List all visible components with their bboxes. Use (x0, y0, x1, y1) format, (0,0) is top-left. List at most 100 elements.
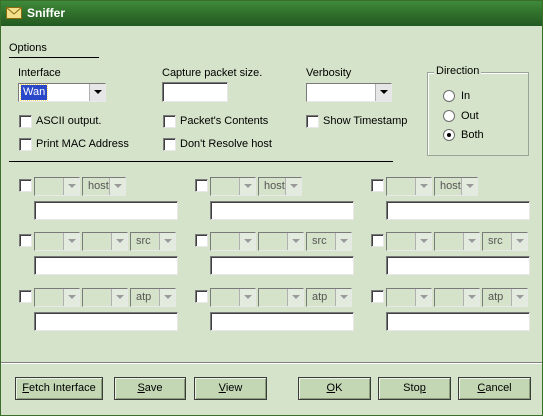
cancel-button[interactable]: Cancel (458, 377, 531, 400)
filter-r1-c2-field-select-dropdown-button[interactable] (285, 178, 301, 195)
filter-r3-c3-combo-a-value (390, 290, 394, 305)
filter-r2-c2-combo-a-dropdown-button[interactable] (239, 233, 255, 250)
packet-contents-checkbox[interactable] (163, 115, 176, 128)
filter-r3-c3-field-select[interactable]: atp (482, 288, 528, 307)
chevron-down-icon (340, 239, 348, 243)
view-button[interactable]: View (194, 377, 267, 400)
view-label: iew (225, 382, 243, 394)
fetch-interface-button[interactable]: Fetch Interface (15, 377, 103, 400)
dialog-body: Options Interface Wan Capture packet siz… (1, 26, 542, 411)
filter-r3-c1-combo-a-dropdown-button[interactable] (63, 289, 79, 306)
ascii-output-checkbox[interactable] (19, 115, 32, 128)
filter-r2-c1-combo-b[interactable] (82, 232, 128, 251)
filter-r1-c3-combo-a-dropdown-button[interactable] (415, 178, 431, 195)
filter-r2-c2-field-select[interactable]: src (306, 232, 352, 251)
filter-r2-c3-combo-b[interactable] (434, 232, 480, 251)
filter-r1-c2-checkbox[interactable] (195, 179, 208, 192)
filter-r3-c1-combo-b[interactable] (82, 288, 128, 307)
filter-r1-c2-combo-a-dropdown-button[interactable] (239, 178, 255, 195)
filter-r3-c2-combo-b-dropdown-button[interactable] (287, 289, 303, 306)
filter-r3-c3-field-select-dropdown-button[interactable] (511, 289, 527, 306)
filter-r3-c2-combo-a-dropdown-button[interactable] (239, 289, 255, 306)
stop-button[interactable]: Stop (378, 377, 451, 400)
filter-r2-c1-field-select-dropdown-button[interactable] (159, 233, 175, 250)
interface-dropdown-button[interactable] (89, 84, 105, 101)
filter-r2-c1-combo-a-value (38, 234, 42, 249)
chevron-down-icon (116, 295, 124, 299)
filter-r3-c2-field-select-value: atp (312, 291, 328, 303)
filter-r1-c1-field-select-dropdown-button[interactable] (109, 178, 125, 195)
direction-in-radio[interactable] (443, 90, 455, 102)
filter-r2-c2-checkbox[interactable] (195, 234, 208, 247)
filter-r2-c2-field-select-dropdown-button[interactable] (335, 233, 351, 250)
filter-r1-c1-value-input[interactable] (34, 201, 178, 220)
filter-r3-c2-field-select[interactable]: atp (306, 288, 352, 307)
filter-r2-c2-combo-a[interactable] (210, 232, 256, 251)
filter-r3-c1-combo-a[interactable] (34, 288, 80, 307)
filter-r3-c1-field-select[interactable]: atp (130, 288, 176, 307)
chevron-down-icon (420, 295, 428, 299)
direction-out-label: Out (461, 110, 479, 122)
filter-r2-c2-combo-b[interactable] (258, 232, 304, 251)
filter-r1-c1-checkbox[interactable] (19, 179, 32, 192)
filter-r1-c2-combo-a[interactable] (210, 177, 256, 196)
show-timestamp-checkbox[interactable] (306, 115, 319, 128)
filter-r1-c3-field-select-dropdown-button[interactable] (461, 178, 477, 195)
filter-r1-c3-field-select[interactable]: host (434, 177, 478, 196)
chevron-down-icon (516, 295, 524, 299)
filter-r3-c3-value-input[interactable] (386, 312, 530, 331)
filter-r3-c1-checkbox[interactable] (19, 290, 32, 303)
filter-r3-c3-combo-a-dropdown-button[interactable] (415, 289, 431, 306)
filter-r3-c3-combo-a[interactable] (386, 288, 432, 307)
filter-r2-c2-value-input[interactable] (210, 256, 354, 275)
direction-both-radio[interactable] (443, 129, 455, 141)
filter-r3-c1-field-select-dropdown-button[interactable] (159, 289, 175, 306)
filter-r1-c1-field-select[interactable]: host (82, 177, 126, 196)
capture-size-input[interactable] (162, 82, 228, 102)
verbosity-select[interactable] (306, 83, 392, 102)
filter-r1-c3-checkbox[interactable] (371, 179, 384, 192)
filter-r1-c1-combo-a-dropdown-button[interactable] (63, 178, 79, 195)
filter-r3-c1-combo-b-dropdown-button[interactable] (111, 289, 127, 306)
filter-r2-c3-combo-b-dropdown-button[interactable] (463, 233, 479, 250)
filter-r2-c1-value-input[interactable] (34, 256, 178, 275)
filter-r1-c3-value-input[interactable] (386, 201, 530, 220)
filter-r2-c1-checkbox[interactable] (19, 234, 32, 247)
filter-r2-c3-value-input[interactable] (386, 256, 530, 275)
filter-r3-c2-combo-a[interactable] (210, 288, 256, 307)
dont-resolve-checkbox[interactable] (163, 138, 176, 151)
filter-r2-c2-combo-b-dropdown-button[interactable] (287, 233, 303, 250)
filter-r2-c3-checkbox[interactable] (371, 234, 384, 247)
filter-r3-c2-value-input[interactable] (210, 312, 354, 331)
filter-r2-c1-field-select[interactable]: src (130, 232, 176, 251)
filter-r3-c3-combo-b-dropdown-button[interactable] (463, 289, 479, 306)
ok-button[interactable]: OK (298, 377, 371, 400)
filter-r3-c1-value-input[interactable] (34, 312, 178, 331)
filter-r2-c2-field-select-value: src (312, 235, 327, 247)
filter-r2-c1-combo-a-dropdown-button[interactable] (63, 233, 79, 250)
filter-r3-c2-combo-b[interactable] (258, 288, 304, 307)
filter-r1-c3-combo-a[interactable] (386, 177, 432, 196)
filter-r1-c1-combo-a[interactable] (34, 177, 80, 196)
print-mac-checkbox[interactable] (19, 138, 32, 151)
save-button[interactable]: Save (114, 377, 186, 400)
filter-r3-c2-checkbox[interactable] (195, 290, 208, 303)
filter-r2-c3-field-select-dropdown-button[interactable] (511, 233, 527, 250)
options-label: Options (9, 42, 47, 54)
fetch-label: etch Interface (29, 382, 96, 394)
filter-r2-c3-field-select[interactable]: src (482, 232, 528, 251)
chevron-down-icon (244, 184, 252, 188)
verbosity-dropdown-button[interactable] (375, 84, 391, 101)
filter-r3-c2-field-select-dropdown-button[interactable] (335, 289, 351, 306)
interface-select[interactable]: Wan (18, 83, 106, 102)
filter-r3-c3-checkbox[interactable] (371, 290, 384, 303)
filter-r3-c3-combo-b[interactable] (434, 288, 480, 307)
filter-r1-c2-value-input[interactable] (210, 201, 354, 220)
filter-r2-c1-combo-a[interactable] (34, 232, 80, 251)
direction-out-radio[interactable] (443, 110, 455, 122)
filter-r2-c3-combo-a[interactable] (386, 232, 432, 251)
filter-r1-c2-field-select[interactable]: host (258, 177, 302, 196)
filter-r2-c3-combo-a-dropdown-button[interactable] (415, 233, 431, 250)
chevron-down-icon (164, 295, 172, 299)
filter-r2-c1-combo-b-dropdown-button[interactable] (111, 233, 127, 250)
